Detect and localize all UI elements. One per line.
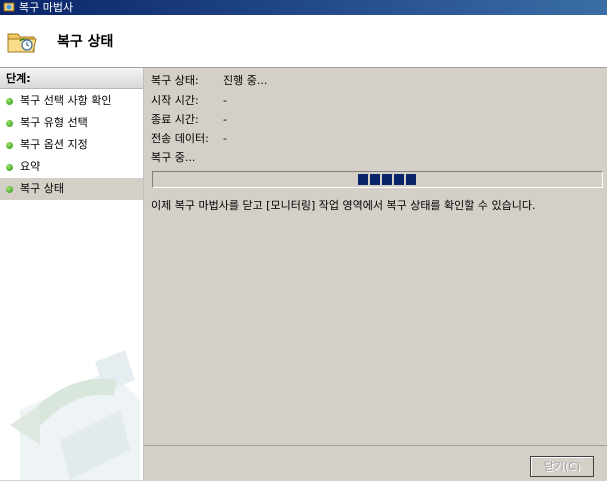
step-label: 복구 상태: [20, 182, 64, 195]
start-time-value: -: [223, 94, 227, 107]
step-specify-options: 복구 옵션 지정: [0, 134, 143, 156]
step-summary: 요약: [0, 156, 143, 178]
step-recovery-status: 복구 상태: [0, 178, 143, 200]
step-select-type: 복구 유형 선택: [0, 112, 143, 134]
transferred-data-value: -: [223, 132, 227, 145]
wizard-watermark-icon: [10, 350, 140, 480]
status-value: 진행 중...: [223, 74, 268, 87]
step-label: 복구 선택 사항 확인: [20, 94, 112, 107]
status-label: 복구 상태:: [151, 74, 199, 87]
progress-block: [358, 174, 368, 185]
progress-block: [370, 174, 380, 185]
activity-label: 복구 중...: [151, 151, 196, 164]
step-label: 복구 옵션 지정: [20, 138, 88, 151]
end-time-value: -: [223, 113, 227, 126]
folder-recovery-icon: [6, 25, 38, 57]
progress-block: [406, 174, 416, 185]
step-label: 복구 유형 선택: [20, 116, 88, 129]
window-title: 복구 마법사: [19, 1, 74, 14]
green-bullet-icon: [6, 142, 13, 149]
close-button[interactable]: 닫기(C): [530, 456, 594, 477]
green-bullet-icon: [6, 164, 13, 171]
info-message: 이제 복구 마법사를 닫고 [모니터링] 작업 영역에서 복구 상태를 확인할 …: [151, 199, 536, 212]
wizard-header: 복구 상태: [0, 15, 607, 68]
step-confirm-selection: 복구 선택 사항 확인: [0, 90, 143, 112]
step-label: 요약: [20, 160, 41, 173]
green-bullet-icon: [6, 120, 13, 127]
backup-app-icon: [3, 1, 15, 13]
steps-heading: 단계:: [0, 68, 143, 89]
green-bullet-icon: [6, 98, 13, 105]
transferred-data-label: 전송 데이터:: [151, 132, 209, 145]
steps-sidebar: 단계: 복구 선택 사항 확인 복구 유형 선택 복구 옵션 지정 요약 복구 …: [0, 68, 144, 480]
green-bullet-icon: [6, 186, 13, 193]
status-panel: 복구 상태: 진행 중... 시작 시간: - 종료 시간: - 전송 데이터:…: [144, 68, 607, 445]
title-bar[interactable]: 복구 마법사: [0, 0, 607, 15]
page-title: 복구 상태: [57, 34, 114, 50]
progress-block: [382, 174, 392, 185]
progress-block: [394, 174, 404, 185]
wizard-footer: 닫기(C): [144, 445, 607, 481]
start-time-label: 시작 시간:: [151, 94, 199, 107]
progress-bar: [152, 171, 603, 188]
end-time-label: 종료 시간:: [151, 113, 199, 126]
